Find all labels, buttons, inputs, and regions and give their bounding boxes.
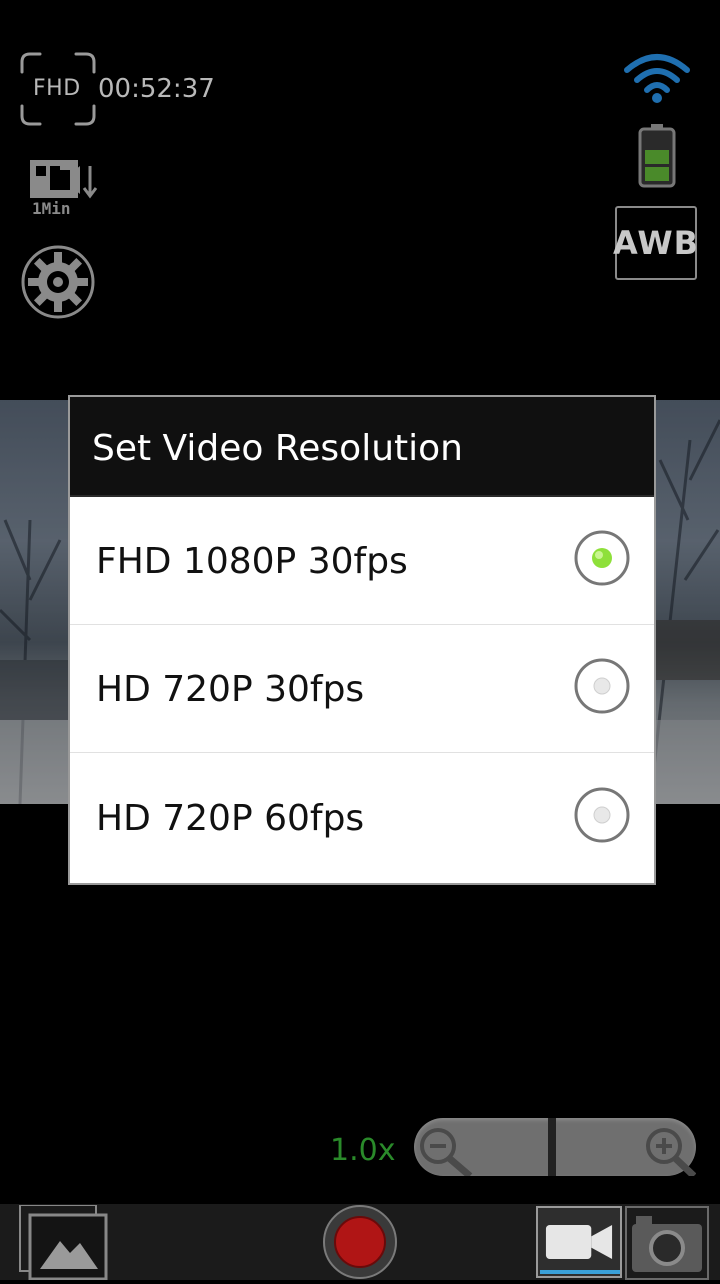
option-label: HD 720P 60fps <box>96 798 365 839</box>
record-icon <box>323 1205 397 1279</box>
resolution-option-hd-720p-60fps[interactable]: HD 720P 60fps <box>70 754 654 882</box>
loop-recording-icon: 1Min <box>30 160 98 218</box>
record-button[interactable] <box>322 1205 398 1280</box>
zoom-level: 1.0x <box>330 1133 396 1168</box>
resolution-badge: FHD <box>33 76 81 101</box>
gear-icon <box>21 245 95 319</box>
recording-time: 00:52:37 <box>98 74 215 104</box>
gallery-button[interactable] <box>18 1204 110 1281</box>
video-resolution-dialog: Set Video Resolution FHD 1080P 30fps HD … <box>68 395 656 885</box>
video-mode-button[interactable] <box>536 1206 622 1278</box>
loop-recording-button[interactable]: 1Min <box>28 158 100 218</box>
dialog-header: Set Video Resolution <box>70 397 654 497</box>
zoom-out-icon[interactable] <box>420 1128 473 1179</box>
battery-icon <box>638 124 676 188</box>
settings-button[interactable] <box>20 244 96 320</box>
radio-unselected-icon[interactable] <box>574 787 630 843</box>
photo-mode-button[interactable] <box>624 1206 710 1280</box>
wifi-icon <box>624 54 690 103</box>
white-balance-button[interactable]: AWB <box>613 206 698 280</box>
radio-unselected-icon[interactable] <box>574 658 630 714</box>
gallery-icon <box>19 1204 108 1281</box>
resolution-option-hd-720p-30fps[interactable]: HD 720P 30fps <box>70 625 654 753</box>
option-label: HD 720P 30fps <box>96 669 365 710</box>
resolution-option-fhd-1080p-30fps[interactable]: FHD 1080P 30fps <box>70 497 654 625</box>
video-camera-icon <box>545 1225 613 1259</box>
photo-camera-icon <box>625 1206 709 1280</box>
dialog-title: Set Video Resolution <box>92 428 463 469</box>
loop-duration-label: 1Min <box>32 199 71 216</box>
option-label: FHD 1080P 30fps <box>96 541 408 582</box>
zoom-divider <box>548 1118 556 1176</box>
zoom-in-icon[interactable] <box>646 1128 697 1179</box>
radio-selected-icon[interactable] <box>574 530 630 586</box>
active-mode-indicator <box>540 1270 620 1274</box>
